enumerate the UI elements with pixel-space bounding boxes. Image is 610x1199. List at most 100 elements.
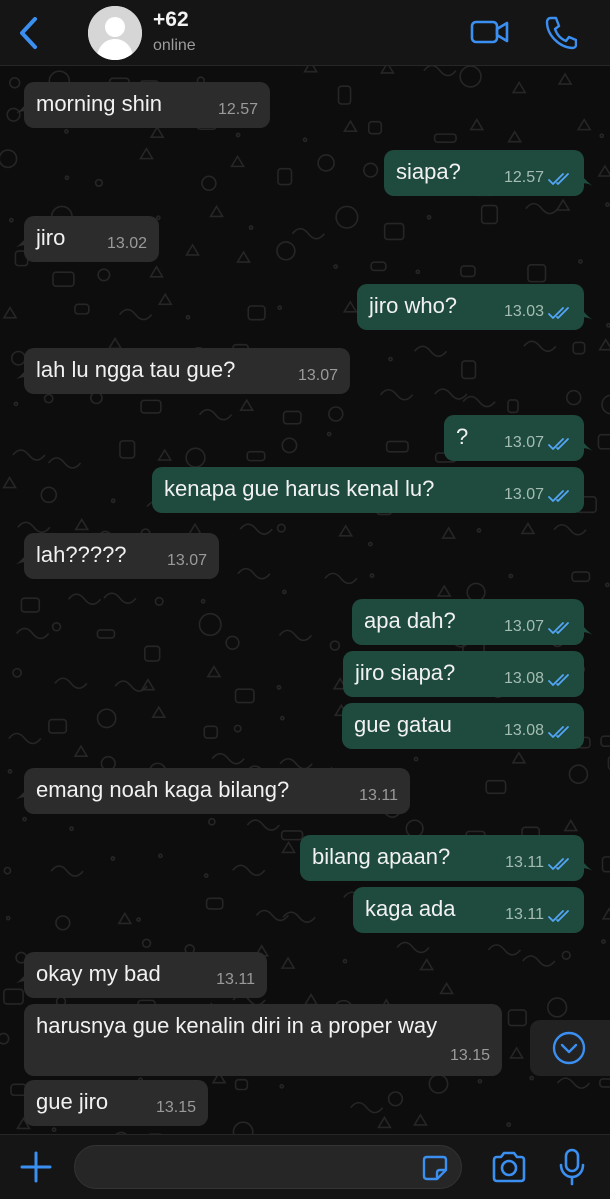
- wallpaper-doodle: [97, 268, 111, 282]
- voice-message-button[interactable]: [558, 1148, 586, 1186]
- wallpaper-doodle: [73, 744, 89, 758]
- incoming-message[interactable]: harusnya gue kenalin diri in a proper wa…: [24, 1004, 502, 1076]
- outgoing-message[interactable]: bilang apaan? 13.11: [300, 835, 593, 881]
- wallpaper-doodle: [434, 388, 468, 400]
- outgoing-message[interactable]: jiro siapa? 13.08: [343, 651, 584, 697]
- chat-screen: +62 online morning shin 12.57 siapa? 12.57 j…: [0, 0, 610, 1199]
- wallpaper-doodle: [17, 521, 51, 534]
- attach-button[interactable]: [18, 1149, 54, 1185]
- message-input[interactable]: [74, 1145, 462, 1189]
- voice-call-button[interactable]: [543, 14, 578, 50]
- wallpaper-doodle: [555, 198, 571, 211]
- wallpaper-doodle: [110, 498, 116, 504]
- message-time: 13.08: [503, 722, 544, 739]
- wallpaper-doodle: [20, 597, 41, 613]
- message-list[interactable]: morning shin 12.57 siapa? 12.57 jiro 13.02 jir…: [0, 66, 610, 1134]
- incoming-message[interactable]: lah????? 13.07: [15, 533, 219, 579]
- incoming-message[interactable]: jiro 13.02: [15, 216, 159, 262]
- wallpaper-doodle: [547, 997, 568, 1018]
- wallpaper-doodle: [236, 250, 251, 263]
- wallpaper-doodle: [601, 939, 606, 944]
- wallpaper-doodle: [328, 406, 344, 422]
- wallpaper-doodle: [235, 132, 241, 138]
- plus-icon: [20, 1151, 52, 1183]
- incoming-message[interactable]: emang noah kaga bilang? 13.11: [15, 768, 410, 814]
- message-time: 13.11: [505, 854, 544, 871]
- outgoing-message[interactable]: kenapa gue harus kenal lu? 13.07: [152, 467, 584, 513]
- bubble-tail: [579, 437, 593, 451]
- outgoing-message[interactable]: kaga ada 13.11: [353, 887, 584, 933]
- chat-header: +62 online: [0, 0, 610, 66]
- wallpaper-doodle: [436, 584, 452, 597]
- message-text: ?: [456, 424, 469, 449]
- outgoing-message[interactable]: ? 13.07: [444, 415, 593, 461]
- wallpaper-doodle: [239, 398, 255, 411]
- wallpaper-doodle: [185, 447, 206, 468]
- incoming-message[interactable]: morning shin 12.57: [15, 82, 270, 128]
- incoming-message[interactable]: okay my bad 13.11: [15, 952, 267, 998]
- wallpaper-doodle: [387, 1091, 404, 1107]
- wallpaper-doodle: [428, 1073, 449, 1094]
- wallpaper-doodle: [601, 907, 610, 920]
- avatar[interactable]: [88, 6, 142, 60]
- sticker-button[interactable]: [421, 1154, 449, 1182]
- wallpaper-doodle: [54, 677, 88, 690]
- wallpaper-doodle: [326, 431, 332, 437]
- message-time: 13.07: [166, 552, 207, 569]
- incoming-message[interactable]: gue jiro 13.15: [24, 1080, 208, 1126]
- outgoing-message[interactable]: gue gatau 13.08: [342, 703, 584, 749]
- wallpaper-doodle: [144, 645, 161, 662]
- wallpaper-doodle: [337, 85, 352, 105]
- wallpaper-doodle: [136, 917, 141, 923]
- wallpaper-doodle: [208, 817, 216, 826]
- wallpaper-doodle: [527, 263, 547, 283]
- wallpaper-doodle: [338, 524, 354, 537]
- wallpaper-doodle: [55, 915, 71, 931]
- wallpaper-doodle: [522, 955, 556, 967]
- outgoing-message[interactable]: jiro who? 13.03: [357, 284, 593, 330]
- wallpaper-doodle: [433, 133, 457, 143]
- wallpaper-doodle: [369, 573, 375, 578]
- message-text: lah?????: [36, 542, 127, 567]
- bubble-tail: [15, 366, 29, 380]
- wallpaper-doodle: [281, 840, 296, 854]
- scroll-to-bottom-button[interactable]: [530, 1020, 610, 1076]
- bubble-tail: [579, 857, 593, 871]
- wallpaper-doodle: [601, 856, 610, 873]
- wallpaper-doodle: [477, 1078, 483, 1084]
- bubble-tail: [579, 621, 593, 635]
- wallpaper-doodle: [523, 340, 557, 353]
- back-button[interactable]: [14, 14, 44, 52]
- wallpaper-doodle: [151, 705, 167, 719]
- wallpaper-doodle: [8, 732, 42, 745]
- wallpaper-doodle: [485, 779, 507, 795]
- bubble-tail: [15, 786, 29, 800]
- wallpaper-doodle: [2, 306, 18, 319]
- wallpaper-doodle: [604, 582, 610, 588]
- read-receipt-icon: [548, 858, 569, 870]
- camera-button[interactable]: [490, 1150, 528, 1184]
- wallpaper-doodle: [597, 433, 610, 450]
- wallpaper-doodle: [578, 259, 583, 264]
- wallpaper-doodle: [529, 1075, 535, 1081]
- wallpaper-doodle: [599, 133, 605, 139]
- contact-name[interactable]: +62: [153, 8, 189, 32]
- wallpaper-doodle: [206, 665, 222, 678]
- wallpaper-doodle: [198, 612, 222, 637]
- wallpaper-doodle: [525, 202, 559, 215]
- wallpaper-doodle: [277, 305, 283, 311]
- video-call-button[interactable]: [470, 16, 510, 48]
- wallpaper-doodle: [469, 118, 485, 131]
- outgoing-message[interactable]: apa dah? 13.07: [352, 599, 593, 645]
- incoming-message[interactable]: lah lu ngga tau gue? 13.07: [15, 348, 350, 394]
- wallpaper-doodle: [461, 360, 477, 380]
- wallpaper-doodle: [303, 66, 319, 73]
- wallpaper-doodle: [13, 401, 19, 407]
- wallpaper-doodle: [572, 341, 586, 355]
- wallpaper-doodle: [232, 1121, 254, 1134]
- message-time: 12.57: [503, 169, 544, 186]
- outgoing-message[interactable]: siapa? 12.57: [384, 150, 593, 196]
- wallpaper-doodle: [520, 521, 536, 535]
- wallpaper-doodle: [51, 622, 62, 632]
- wallpaper-doodle: [157, 292, 173, 306]
